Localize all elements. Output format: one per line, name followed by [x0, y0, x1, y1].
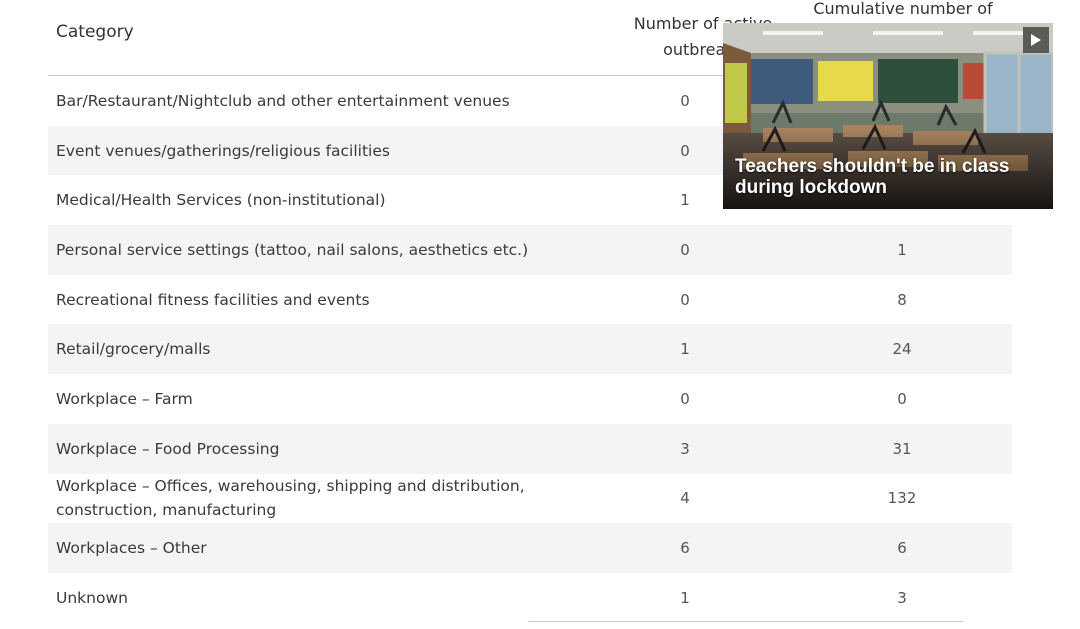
header-category: Category [56, 22, 134, 42]
cell-category: Retail/grocery/malls [56, 340, 211, 359]
cell-category: Event venues/gatherings/religious facili… [56, 141, 390, 160]
video-caption[interactable]: Teachers shouldn't be in class during lo… [735, 156, 1045, 198]
play-icon [1031, 34, 1041, 46]
table-bottom-rule [529, 621, 963, 622]
cell-category: Personal service settings (tattoo, nail … [56, 240, 529, 259]
cell-category: Bar/Restaurant/Nightclub and other enter… [56, 91, 510, 110]
table-row: Retail/grocery/malls 1 24 [48, 324, 1012, 375]
table-row: Workplace – Farm 0 0 [48, 374, 1012, 424]
cell-category: Medical/Health Services (non-institution… [56, 191, 386, 210]
cell-category: Recreational fitness facilities and even… [56, 290, 370, 309]
cell-active-outbreaks: 1 [680, 191, 690, 210]
cell-cumulative-outbreaks: 8 [897, 290, 907, 309]
cell-active-outbreaks: 1 [680, 588, 690, 607]
play-button[interactable] [1023, 27, 1049, 53]
video-player[interactable]: Teachers shouldn't be in class during lo… [723, 23, 1053, 209]
cell-cumulative-outbreaks: 1 [897, 240, 907, 259]
table-row: Recreational fitness facilities and even… [48, 275, 1012, 325]
cell-cumulative-outbreaks: 24 [892, 340, 912, 359]
page: Category Number of active outbreaks Cumu… [0, 0, 1080, 629]
table-row: Workplace – Food Processing 3 31 [48, 423, 1012, 474]
cell-cumulative-outbreaks: 0 [897, 389, 907, 408]
table-row: Workplaces – Other 6 6 [48, 523, 1012, 573]
table-row: Workplace – Offices, warehousing, shippi… [48, 474, 1012, 524]
cell-category: Workplace – Farm [56, 389, 193, 408]
cell-active-outbreaks: 3 [680, 439, 690, 458]
cell-cumulative-outbreaks: 31 [892, 439, 912, 458]
header-cumulative-outbreaks: Cumulative number of [813, 0, 993, 18]
cell-active-outbreaks: 0 [680, 290, 690, 309]
cell-active-outbreaks: 0 [680, 91, 690, 110]
cell-category: Unknown [56, 588, 128, 607]
cell-cumulative-outbreaks: 132 [887, 489, 917, 508]
cell-active-outbreaks: 1 [680, 340, 690, 359]
cell-active-outbreaks: 0 [680, 141, 690, 160]
cell-active-outbreaks: 0 [680, 389, 690, 408]
cell-active-outbreaks: 6 [680, 539, 690, 558]
cell-category: Workplace – Food Processing [56, 439, 280, 458]
cell-category: Workplace – Offices, warehousing, shippi… [56, 477, 525, 520]
cell-cumulative-outbreaks: 3 [897, 588, 907, 607]
cell-cumulative-outbreaks: 6 [897, 539, 907, 558]
cell-category: Workplaces – Other [56, 539, 207, 558]
cell-active-outbreaks: 0 [680, 240, 690, 259]
table-row: Personal service settings (tattoo, nail … [48, 225, 1012, 275]
table-row: Unknown 1 3 [48, 573, 1012, 623]
cell-active-outbreaks: 4 [680, 489, 690, 508]
